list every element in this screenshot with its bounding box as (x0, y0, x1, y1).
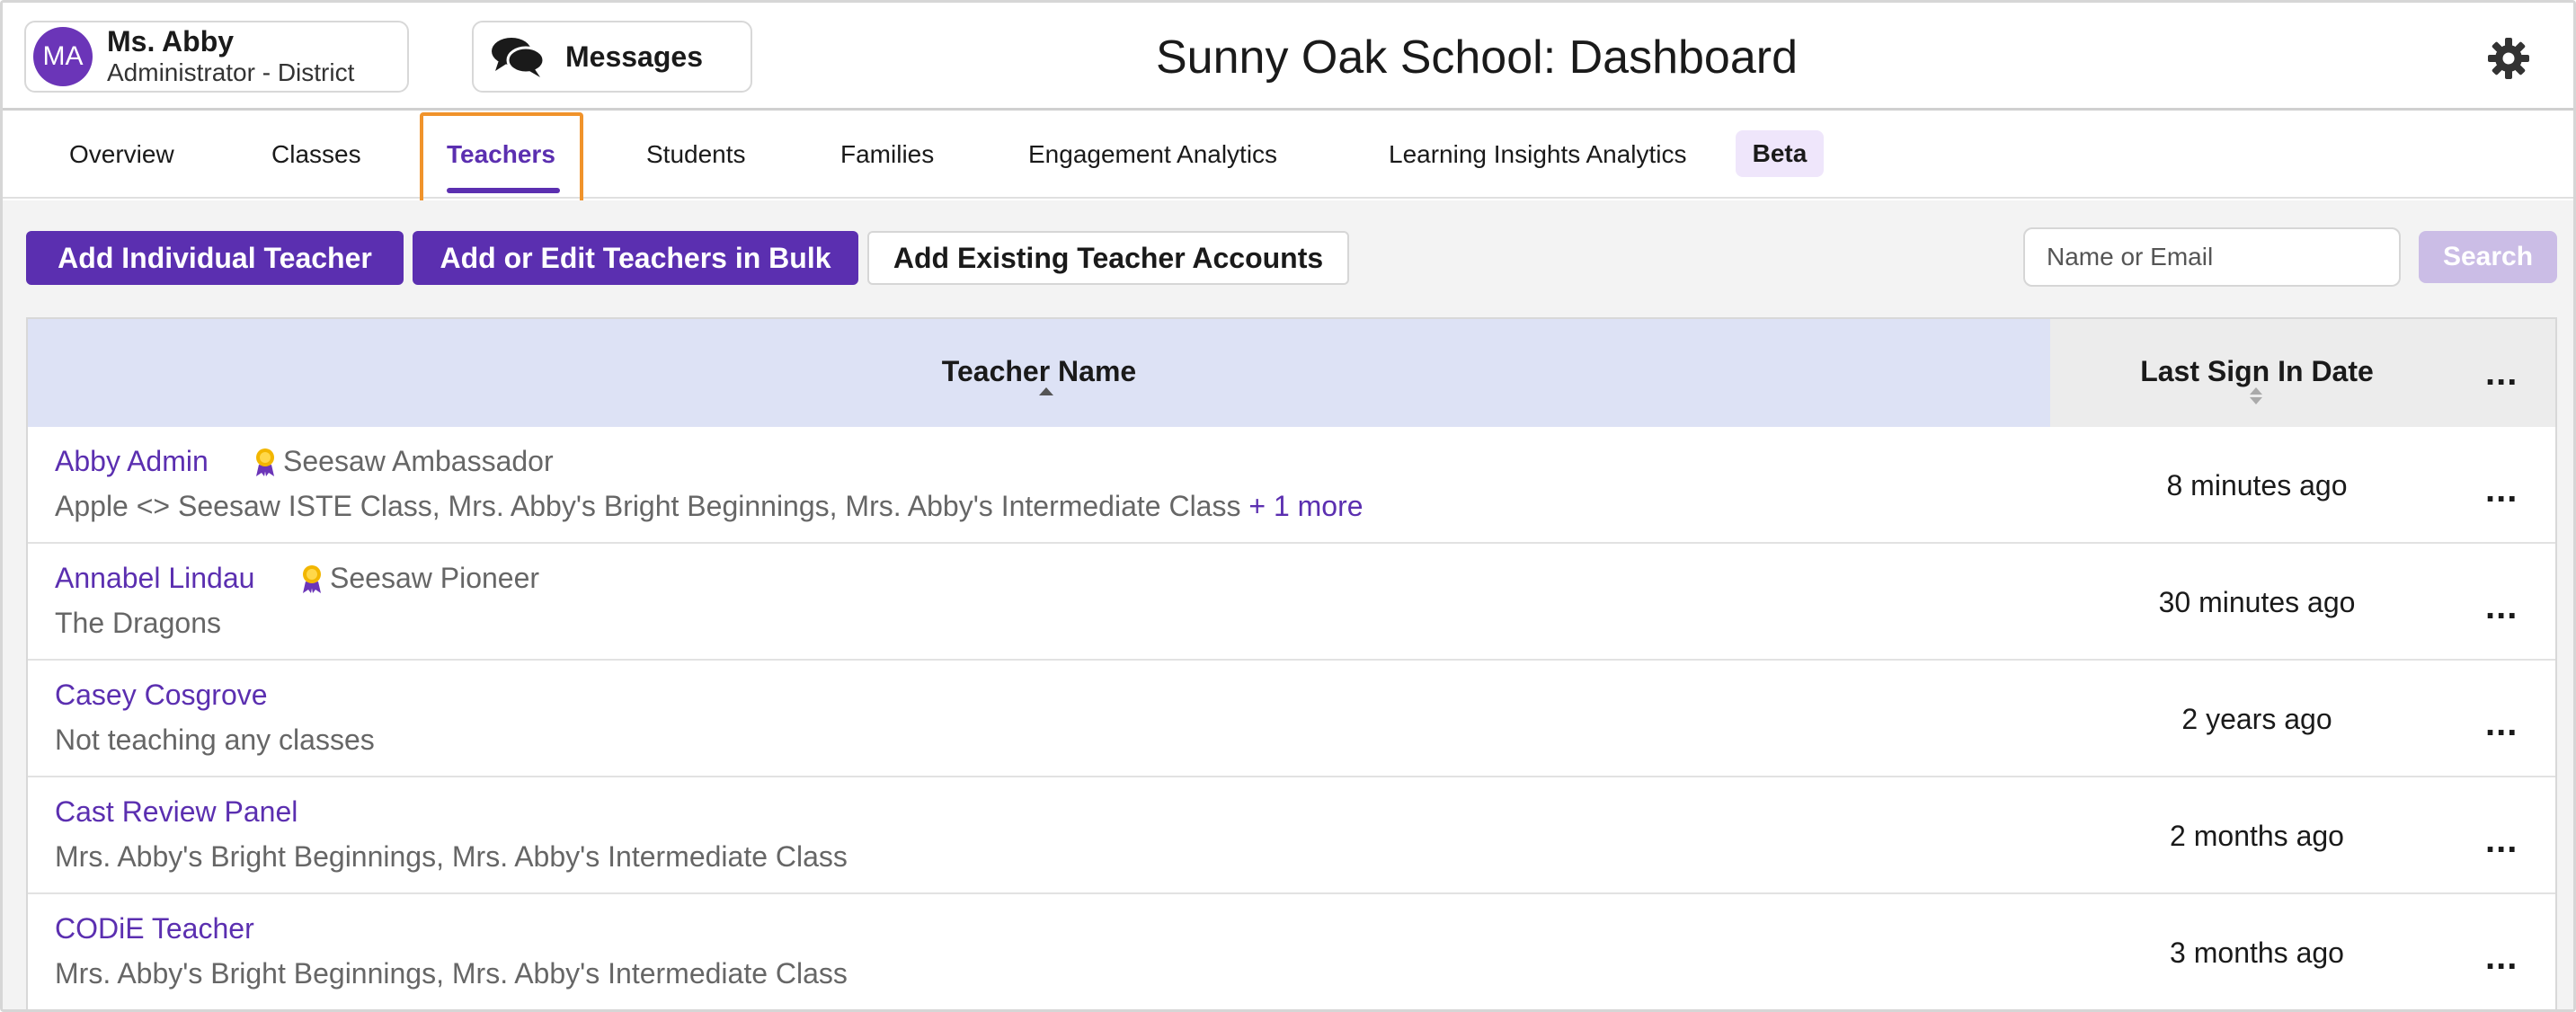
app-window: MA Ms. Abby Administrator - District Mes… (0, 0, 2576, 1012)
column-label-last-sign-in: Last Sign In Date (2140, 355, 2374, 387)
add-existing-teacher-accounts-button[interactable]: Add Existing Teacher Accounts (867, 231, 1349, 285)
award-ribbon-icon (303, 564, 321, 593)
column-label-teacher-name: Teacher Name (941, 355, 1137, 387)
beta-badge: Beta (1736, 130, 1824, 177)
tab-families[interactable]: Families (840, 111, 934, 199)
top-header: MA Ms. Abby Administrator - District Mes… (3, 3, 2573, 111)
last-sign-in: 8 minutes ago (2166, 469, 2348, 502)
last-sign-in: 3 months ago (2170, 937, 2344, 969)
teacher-classes: Apple <> Seesaw ISTE Class, Mrs. Abby's … (55, 490, 1364, 523)
table-row: Abby Admin Seesaw Ambassador Apple <> Se… (28, 427, 2555, 544)
tab-learning-insights-analytics[interactable]: Learning Insights Analytics (1389, 111, 1687, 199)
search-button[interactable]: Search (2419, 231, 2557, 283)
badge-label: Seesaw Pioneer (330, 562, 540, 594)
award-ribbon-icon (256, 448, 274, 476)
messages-button[interactable]: Messages (472, 21, 752, 93)
teacher-badge: Seesaw Pioneer (299, 562, 539, 595)
more-options-icon[interactable]: ... (2485, 355, 2518, 391)
last-sign-in: 2 years ago (2181, 703, 2332, 735)
user-role: Administrator - District (107, 58, 355, 86)
table-row: CODiE Teacher Mrs. Abby's Bright Beginni… (28, 894, 2555, 1009)
teacher-classes: Mrs. Abby's Bright Beginnings, Mrs. Abby… (55, 840, 848, 873)
nav-tabs: Overview Classes Teachers Students Famil… (3, 111, 2573, 199)
table-row: Casey Cosgrove Not teaching any classes … (28, 661, 2555, 777)
teacher-classes: The Dragons (55, 607, 221, 639)
add-individual-teacher-button[interactable]: Add Individual Teacher (26, 231, 404, 285)
user-name: Ms. Abby (107, 25, 235, 58)
last-sign-in: 30 minutes ago (2158, 586, 2356, 618)
teacher-name-link[interactable]: Cast Review Panel (55, 795, 298, 829)
row-menu-icon[interactable]: ... (2485, 472, 2518, 508)
user-info: Ms. Abby Administrator - District (107, 25, 354, 88)
row-menu-icon[interactable]: ... (2485, 822, 2518, 858)
badge-label: Seesaw Ambassador (283, 445, 554, 477)
teacher-name-link[interactable]: Annabel Lindau (55, 562, 254, 595)
tab-highlight-box (420, 112, 583, 213)
sort-ascending-icon (1039, 387, 1053, 395)
avatar: MA (33, 27, 93, 86)
tab-students[interactable]: Students (646, 111, 746, 199)
user-profile-card[interactable]: MA Ms. Abby Administrator - District (24, 21, 409, 93)
page-title: Sunny Oak School: Dashboard (1156, 31, 1798, 84)
tab-overview[interactable]: Overview (69, 111, 174, 199)
table-row: Cast Review Panel Mrs. Abby's Bright Beg… (28, 777, 2555, 894)
row-menu-icon[interactable]: ... (2485, 589, 2518, 625)
teacher-badge: Seesaw Ambassador (253, 445, 554, 478)
teacher-classes: Not teaching any classes (55, 723, 375, 756)
messages-label: Messages (565, 40, 703, 73)
teacher-name-link[interactable]: Abby Admin (55, 445, 209, 478)
row-menu-icon[interactable]: ... (2485, 939, 2518, 975)
search-input[interactable] (2023, 227, 2401, 287)
gear-icon[interactable] (2485, 35, 2532, 82)
teachers-table: Teacher Name Last Sign In Date ... Abby … (26, 317, 2557, 1009)
teacher-name-link[interactable]: CODiE Teacher (55, 912, 254, 945)
classes-list: Apple <> Seesaw ISTE Class, Mrs. Abby's … (55, 490, 1241, 522)
sort-toggle-icon (2250, 387, 2264, 407)
column-header-teacher-name[interactable]: Teacher Name (28, 319, 2050, 427)
column-header-last-sign-in[interactable]: Last Sign In Date (2050, 319, 2464, 427)
teacher-classes: Mrs. Abby's Bright Beginnings, Mrs. Abby… (55, 957, 848, 990)
teacher-name-link[interactable]: Casey Cosgrove (55, 679, 268, 712)
add-edit-teachers-bulk-button[interactable]: Add or Edit Teachers in Bulk (413, 231, 858, 285)
chat-bubbles-icon (492, 38, 546, 77)
table-row: Annabel Lindau Seesaw Pioneer The Dragon… (28, 544, 2555, 661)
more-classes-link[interactable]: + 1 more (1248, 490, 1363, 522)
last-sign-in: 2 months ago (2170, 820, 2344, 852)
row-menu-icon[interactable]: ... (2485, 706, 2518, 741)
column-header-menu: ... (2464, 319, 2555, 427)
tab-engagement-analytics[interactable]: Engagement Analytics (1028, 111, 1277, 199)
tab-classes[interactable]: Classes (271, 111, 361, 199)
table-header: Teacher Name Last Sign In Date ... (28, 319, 2555, 427)
